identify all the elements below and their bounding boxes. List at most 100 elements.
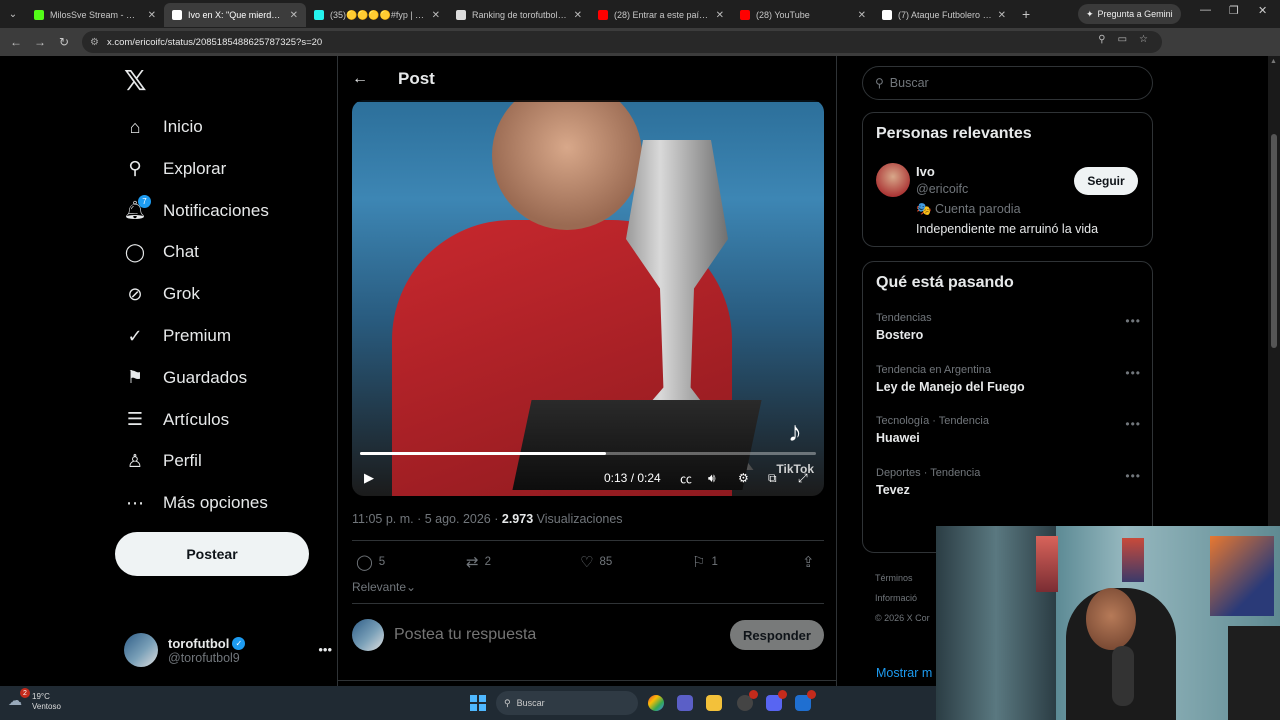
reply-button[interactable]: Responder — [730, 620, 824, 650]
like-action[interactable]: ♡ 85 — [580, 553, 612, 571]
person-name[interactable]: Ivo — [916, 164, 935, 179]
volume-icon[interactable]: 🔊︎ — [708, 471, 716, 486]
discord-icon[interactable] — [766, 690, 787, 711]
nav-item-guardados[interactable]: ⚑ Guardados — [124, 358, 247, 398]
trend-item[interactable]: Deportes · Tendencia Tevez ••• — [876, 467, 1141, 497]
follow-button[interactable]: Seguir — [1074, 167, 1138, 195]
tab-close-icon[interactable]: ✕ — [148, 10, 156, 21]
trend-context: Deportes · Tendencia — [876, 467, 981, 480]
scrollbar-thumb[interactable] — [1271, 134, 1277, 348]
browser-tab[interactable]: MilosSve Stream - Watch L ✕ — [26, 3, 164, 27]
nav-item-premium[interactable]: ✓ Premium — [124, 316, 231, 356]
trend-more-icon[interactable]: ••• — [1125, 417, 1141, 431]
repost-count: 2 — [484, 555, 491, 568]
post-button[interactable]: Postear — [115, 532, 309, 576]
nav-item-artículos[interactable]: ☰ Artículos — [124, 400, 229, 440]
tab-close-icon[interactable]: ✕ — [998, 10, 1006, 21]
footer-terms-link[interactable]: Términos — [875, 568, 930, 588]
account-more-icon[interactable]: ••• — [318, 642, 332, 657]
url-field[interactable]: ⚙ x.com/ericoifc/status/2085185488625787… — [82, 31, 1162, 53]
reply-action[interactable]: ◯ 5 — [356, 553, 385, 571]
new-tab-button[interactable]: + — [1022, 6, 1030, 22]
share-action[interactable]: ⇪ — [802, 553, 815, 571]
trend-more-icon[interactable]: ••• — [1125, 366, 1141, 380]
reply-input[interactable] — [394, 626, 714, 644]
captions-icon[interactable]: ㏄ — [680, 470, 692, 487]
tab-search-icon[interactable]: ⌄ — [0, 0, 26, 28]
back-arrow-icon[interactable]: ← — [352, 70, 372, 88]
nav-item-chat[interactable]: ◯ Chat — [124, 232, 199, 272]
relevant-people-title: Personas relevantes — [876, 125, 1032, 142]
site-settings-icon[interactable]: ⚙ — [90, 37, 99, 48]
zoom-icon[interactable]: ⚲ — [1098, 34, 1105, 45]
nav-item-inicio[interactable]: ⌂ Inicio — [124, 107, 203, 147]
windows-taskbar: ☁ 2 19°C Ventoso ⚲ Buscar — [0, 686, 936, 720]
trend-item[interactable]: Tendencia en Argentina Ley de Manejo del … — [876, 364, 1141, 394]
tab-close-icon[interactable]: ✕ — [290, 10, 298, 21]
nav-item-más-opciones[interactable]: ⋯ Más opciones — [124, 483, 268, 523]
close-window-icon[interactable]: ✕ — [1258, 4, 1267, 17]
teams-icon[interactable] — [677, 695, 693, 711]
scroll-up-icon[interactable]: ▲ — [1270, 58, 1277, 65]
show-more-link[interactable]: Mostrar m — [876, 666, 932, 680]
pip-icon[interactable]: ⧉ — [768, 471, 777, 486]
bookmark-action[interactable]: ⚐ 1 — [692, 553, 718, 571]
browser-tab[interactable]: (28) YouTube ✕ — [732, 3, 874, 27]
post-timestamp[interactable]: 11:05 p. m. · 5 ago. 2026 · — [352, 512, 502, 526]
browser-tab[interactable]: (7) Ataque Futbolero en X ✕ — [874, 3, 1014, 27]
weather-widget[interactable]: ☁ 2 19°C Ventoso — [8, 688, 61, 712]
video-progress-fill — [360, 452, 607, 455]
gemini-button[interactable]: ✦ Pregunta a Gemini — [1078, 4, 1181, 24]
x-logo[interactable]: 𝕏 — [124, 66, 152, 96]
minimize-icon[interactable]: — — [1200, 4, 1211, 16]
tab-close-icon[interactable]: ✕ — [716, 10, 724, 21]
bookmark-star-icon[interactable]: ☆ — [1139, 34, 1148, 45]
person-avatar[interactable] — [876, 163, 910, 197]
browser-tab[interactable]: (28) Entrar a este país es N ✕ — [590, 3, 732, 27]
bell-icon: 🔔︎ 7 — [124, 194, 151, 222]
search-input[interactable] — [889, 76, 1130, 90]
file-explorer-icon[interactable] — [706, 695, 722, 711]
search-box[interactable]: ⚲ — [862, 66, 1153, 100]
notification-badge: 7 — [138, 194, 151, 208]
tab-close-icon[interactable]: ✕ — [574, 10, 582, 21]
footer-info-link[interactable]: Informació — [875, 588, 930, 608]
settings-gear-icon[interactable]: ⚙ — [738, 471, 749, 485]
windows-start-icon[interactable] — [470, 695, 486, 711]
app-icon[interactable] — [737, 690, 758, 711]
nav-glyph: ⚑ — [126, 367, 144, 388]
taskbar-search[interactable]: ⚲ Buscar — [496, 691, 638, 715]
replies-sort-dropdown[interactable]: Relevante⌄ — [352, 580, 416, 594]
nav-item-explorar[interactable]: ⚲ Explorar — [124, 149, 226, 189]
nav-item-perfil[interactable]: ♙ Perfil — [124, 441, 202, 481]
trend-topic: Tevez — [876, 483, 910, 498]
video-frame-face — [492, 100, 642, 230]
maximize-icon[interactable]: ❐ — [1229, 4, 1239, 17]
repost-action[interactable]: ⇄ 2 — [466, 553, 491, 571]
account-switcher[interactable]: torofutbol ✓ @torofutbol9 ••• — [124, 630, 332, 670]
browser-tab[interactable]: Ivo en X: "Que mierda a ✕ — [164, 3, 306, 27]
reload-icon[interactable]: ↻ — [52, 35, 76, 49]
cast-icon[interactable]: ▭ — [1118, 34, 1127, 45]
trend-more-icon[interactable]: ••• — [1125, 314, 1141, 328]
nav-item-notificaciones[interactable]: 🔔︎ 7 Notificaciones — [124, 191, 269, 231]
tab-close-icon[interactable]: ✕ — [858, 10, 866, 21]
trend-item[interactable]: Tendencias Bostero ••• — [876, 312, 1141, 342]
trend-item[interactable]: Tecnología · Tendencia Huawei ••• — [876, 415, 1141, 445]
fullscreen-icon[interactable]: ⤢ — [798, 471, 808, 486]
nav-item-grok[interactable]: ⊘ Grok — [124, 274, 199, 314]
play-icon[interactable]: ▶ — [364, 470, 374, 486]
back-icon[interactable]: ← — [4, 35, 28, 49]
video-progress-bar[interactable] — [360, 452, 816, 455]
chrome-icon[interactable] — [648, 695, 664, 711]
forward-icon[interactable]: → — [28, 35, 52, 49]
browser-tab[interactable]: (35)🟡🟡🟡🟡#fyp | Tik ✕ — [306, 3, 448, 27]
tab-close-icon[interactable]: ✕ — [432, 10, 440, 21]
trend-topic: Ley de Manejo del Fuego — [876, 379, 1025, 394]
trending-card: Qué está pasando Tendencias Bostero ••• Ten… — [862, 261, 1153, 680]
ea-app-icon[interactable] — [795, 690, 816, 711]
browser-tab[interactable]: Ranking de torofutbol | El ✕ — [448, 3, 590, 27]
trend-more-icon[interactable]: ••• — [1125, 469, 1141, 483]
webcam-pc-tower — [1228, 626, 1280, 720]
video-player[interactable]: ♪ TikTok ▶ 0:13 / 0:24 ㏄ 🔊︎ ⚙ ⧉ ⤢ — [352, 100, 824, 496]
